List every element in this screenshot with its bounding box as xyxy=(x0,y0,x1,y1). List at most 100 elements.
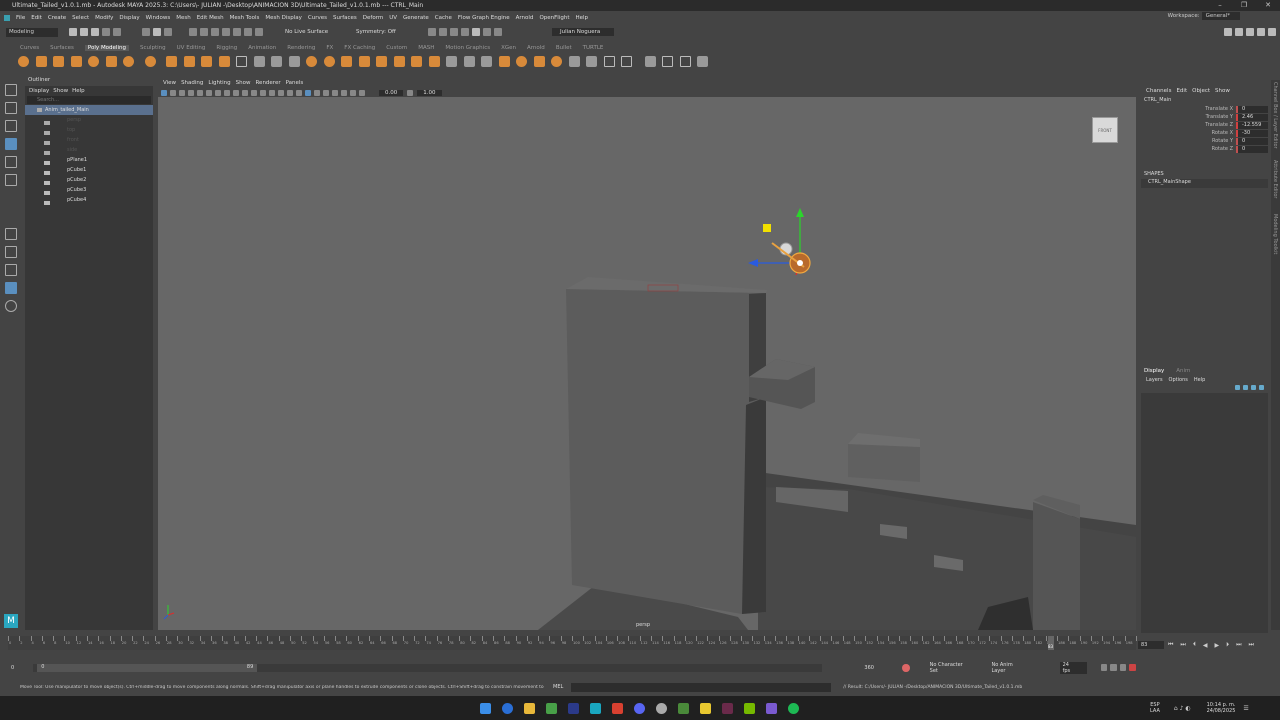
menu-item-create[interactable]: Create xyxy=(48,15,66,21)
step-forward-key-icon[interactable]: ⏭ xyxy=(1236,641,1241,649)
shelf-tab-surfaces[interactable]: Surfaces xyxy=(50,45,74,51)
preferences-icon[interactable] xyxy=(1119,664,1127,671)
poly-sphere-icon[interactable] xyxy=(18,55,29,67)
outliner-layout-icon[interactable] xyxy=(5,282,17,294)
viewport-menu-shading[interactable]: Shading xyxy=(181,80,203,86)
side-tab-attribute-editor[interactable]: Attribute Editor xyxy=(1272,160,1278,198)
snap-curve-icon[interactable] xyxy=(200,28,208,36)
app4-icon[interactable] xyxy=(722,702,733,714)
pause-icon[interactable] xyxy=(494,28,502,36)
rotate-tool-icon[interactable] xyxy=(5,156,17,168)
single-perspective-layout-icon[interactable] xyxy=(5,228,17,240)
menu-item-modify[interactable]: Modify xyxy=(95,15,113,21)
step-forward-frame-icon[interactable]: ⏵ xyxy=(1226,641,1229,649)
maya-icon[interactable] xyxy=(590,702,601,714)
menu-item-generate[interactable]: Generate xyxy=(403,15,429,21)
notifications-icon[interactable]: ☰ xyxy=(1243,705,1248,712)
poly-cylinder-icon[interactable] xyxy=(53,55,64,67)
poly-plane-icon[interactable] xyxy=(105,55,117,67)
snap-view-icon[interactable] xyxy=(222,28,230,36)
menu-item-select[interactable]: Select xyxy=(72,15,89,21)
quad-draw-icon[interactable] xyxy=(498,55,510,67)
time-slider[interactable]: 0 2 4 6 8 10 12 14 16 18 20 22 24 26 28 30 32 34 36 38 40 42 4… xyxy=(8,636,1137,650)
menu-item-mesh-display[interactable]: Mesh Display xyxy=(265,15,302,21)
outliner-menu-display[interactable]: Display xyxy=(29,88,49,94)
range-end-field[interactable]: 360 xyxy=(864,665,892,671)
side-tab-modeling-toolkit[interactable]: Modeling Toolkit xyxy=(1272,214,1278,254)
keyboard-language[interactable]: ESP LAA xyxy=(1150,702,1160,714)
move-tool-icon[interactable] xyxy=(5,138,17,150)
new-empty-layer-icon[interactable] xyxy=(1251,385,1256,390)
wireframe-on-shaded-icon[interactable] xyxy=(269,89,275,96)
poly-cube-icon[interactable] xyxy=(35,55,47,67)
separate-icon[interactable] xyxy=(288,55,300,67)
gamma-field[interactable]: 1.00 xyxy=(417,89,442,96)
menu-item-windows[interactable]: Windows xyxy=(146,15,171,21)
grid-icon[interactable] xyxy=(236,55,247,67)
shelf-tab-rigging[interactable]: Rigging xyxy=(216,45,237,51)
arnold-render-icon[interactable] xyxy=(472,28,480,36)
ambient-occlusion-icon[interactable] xyxy=(323,89,329,96)
planar-map-icon[interactable] xyxy=(621,55,632,67)
tool-settings-icon[interactable] xyxy=(1246,28,1254,36)
menu-item-cache[interactable]: Cache xyxy=(435,15,452,21)
shelf-tab-motion-graphics[interactable]: Motion Graphics xyxy=(445,45,490,51)
retopo-icon[interactable] xyxy=(358,55,370,67)
move-layer-up-icon[interactable] xyxy=(1235,385,1240,390)
exposure-icon[interactable] xyxy=(359,89,365,96)
steam-icon[interactable] xyxy=(656,702,667,714)
channel-menu-channels[interactable]: Channels xyxy=(1146,88,1171,94)
sound-icon[interactable] xyxy=(1110,664,1117,671)
resolution-gate-icon[interactable] xyxy=(215,89,221,96)
isolate-select-icon[interactable] xyxy=(314,89,320,96)
wireframe-icon[interactable] xyxy=(251,89,257,96)
range-bar[interactable]: 0 89 xyxy=(33,663,823,672)
viewport-menu-panels[interactable]: Panels xyxy=(286,80,304,86)
select-tool-icon[interactable] xyxy=(5,84,17,96)
smooth-icon[interactable] xyxy=(306,55,317,67)
start-icon[interactable] xyxy=(480,702,491,714)
save-scene-icon[interactable] xyxy=(91,28,99,36)
open-scene-icon[interactable] xyxy=(80,28,88,36)
wedge-icon[interactable] xyxy=(551,55,562,67)
menu-item-flow-graph-engine[interactable]: Flow Graph Engine xyxy=(458,15,510,21)
ipr-render-icon[interactable] xyxy=(439,28,447,36)
layer-menu-options[interactable]: Options xyxy=(1169,377,1188,383)
poly-cone-icon[interactable] xyxy=(70,55,82,67)
outliner-menu-help[interactable]: Help xyxy=(72,88,85,94)
anim-layer-dropdown[interactable]: No Anim Layer xyxy=(991,662,1025,674)
shape-node[interactable]: CTRL_MainShape xyxy=(1141,179,1268,188)
select-component-icon[interactable] xyxy=(164,28,172,36)
layer-menu-help[interactable]: Help xyxy=(1194,377,1205,383)
go-to-start-icon[interactable]: ⏮ xyxy=(1168,641,1173,649)
shelf-settings-icon[interactable] xyxy=(662,55,673,67)
outliner-menu-show[interactable]: Show xyxy=(53,88,68,94)
select-hierarchy-icon[interactable] xyxy=(142,28,150,36)
app-icon[interactable] xyxy=(546,702,557,714)
snap-surface-icon[interactable] xyxy=(233,28,241,36)
menu-item-curves[interactable]: Curves xyxy=(308,15,327,21)
fps-dropdown[interactable]: 24 fps xyxy=(1059,661,1087,674)
command-language[interactable]: MEL xyxy=(553,684,563,690)
attr-rotate-y[interactable]: Rotate Y0 xyxy=(1141,137,1268,145)
menu-item-uv[interactable]: UV xyxy=(389,15,397,21)
target-weld-icon[interactable] xyxy=(463,55,475,67)
paint-select-icon[interactable] xyxy=(5,120,17,132)
poke-icon[interactable] xyxy=(533,55,545,67)
menu-item-edit-mesh[interactable]: Edit Mesh xyxy=(197,15,224,21)
boolean-icon[interactable] xyxy=(323,55,335,67)
gamma-icon[interactable] xyxy=(407,89,414,96)
select-object-icon[interactable] xyxy=(153,28,161,36)
explorer-icon[interactable] xyxy=(524,702,535,714)
edge-loop-icon[interactable] xyxy=(516,55,527,67)
outliner-item[interactable]: Anim_tailed_Main xyxy=(25,105,153,115)
symmetry-dropdown[interactable]: Symmetry: Off xyxy=(356,29,396,35)
shelf-tab-mash[interactable]: MASH xyxy=(418,45,434,51)
range-handle[interactable]: 0 89 xyxy=(37,663,258,672)
attr-translate-y[interactable]: Translate Y 2.46 xyxy=(1141,113,1268,121)
depth-of-field-icon[interactable] xyxy=(350,89,356,96)
menu-item-surfaces[interactable]: Surfaces xyxy=(333,15,357,21)
command-line-input[interactable] xyxy=(571,682,832,692)
sweep-mesh-icon[interactable] xyxy=(183,55,195,67)
channel-menu-object[interactable]: Object xyxy=(1192,88,1210,94)
